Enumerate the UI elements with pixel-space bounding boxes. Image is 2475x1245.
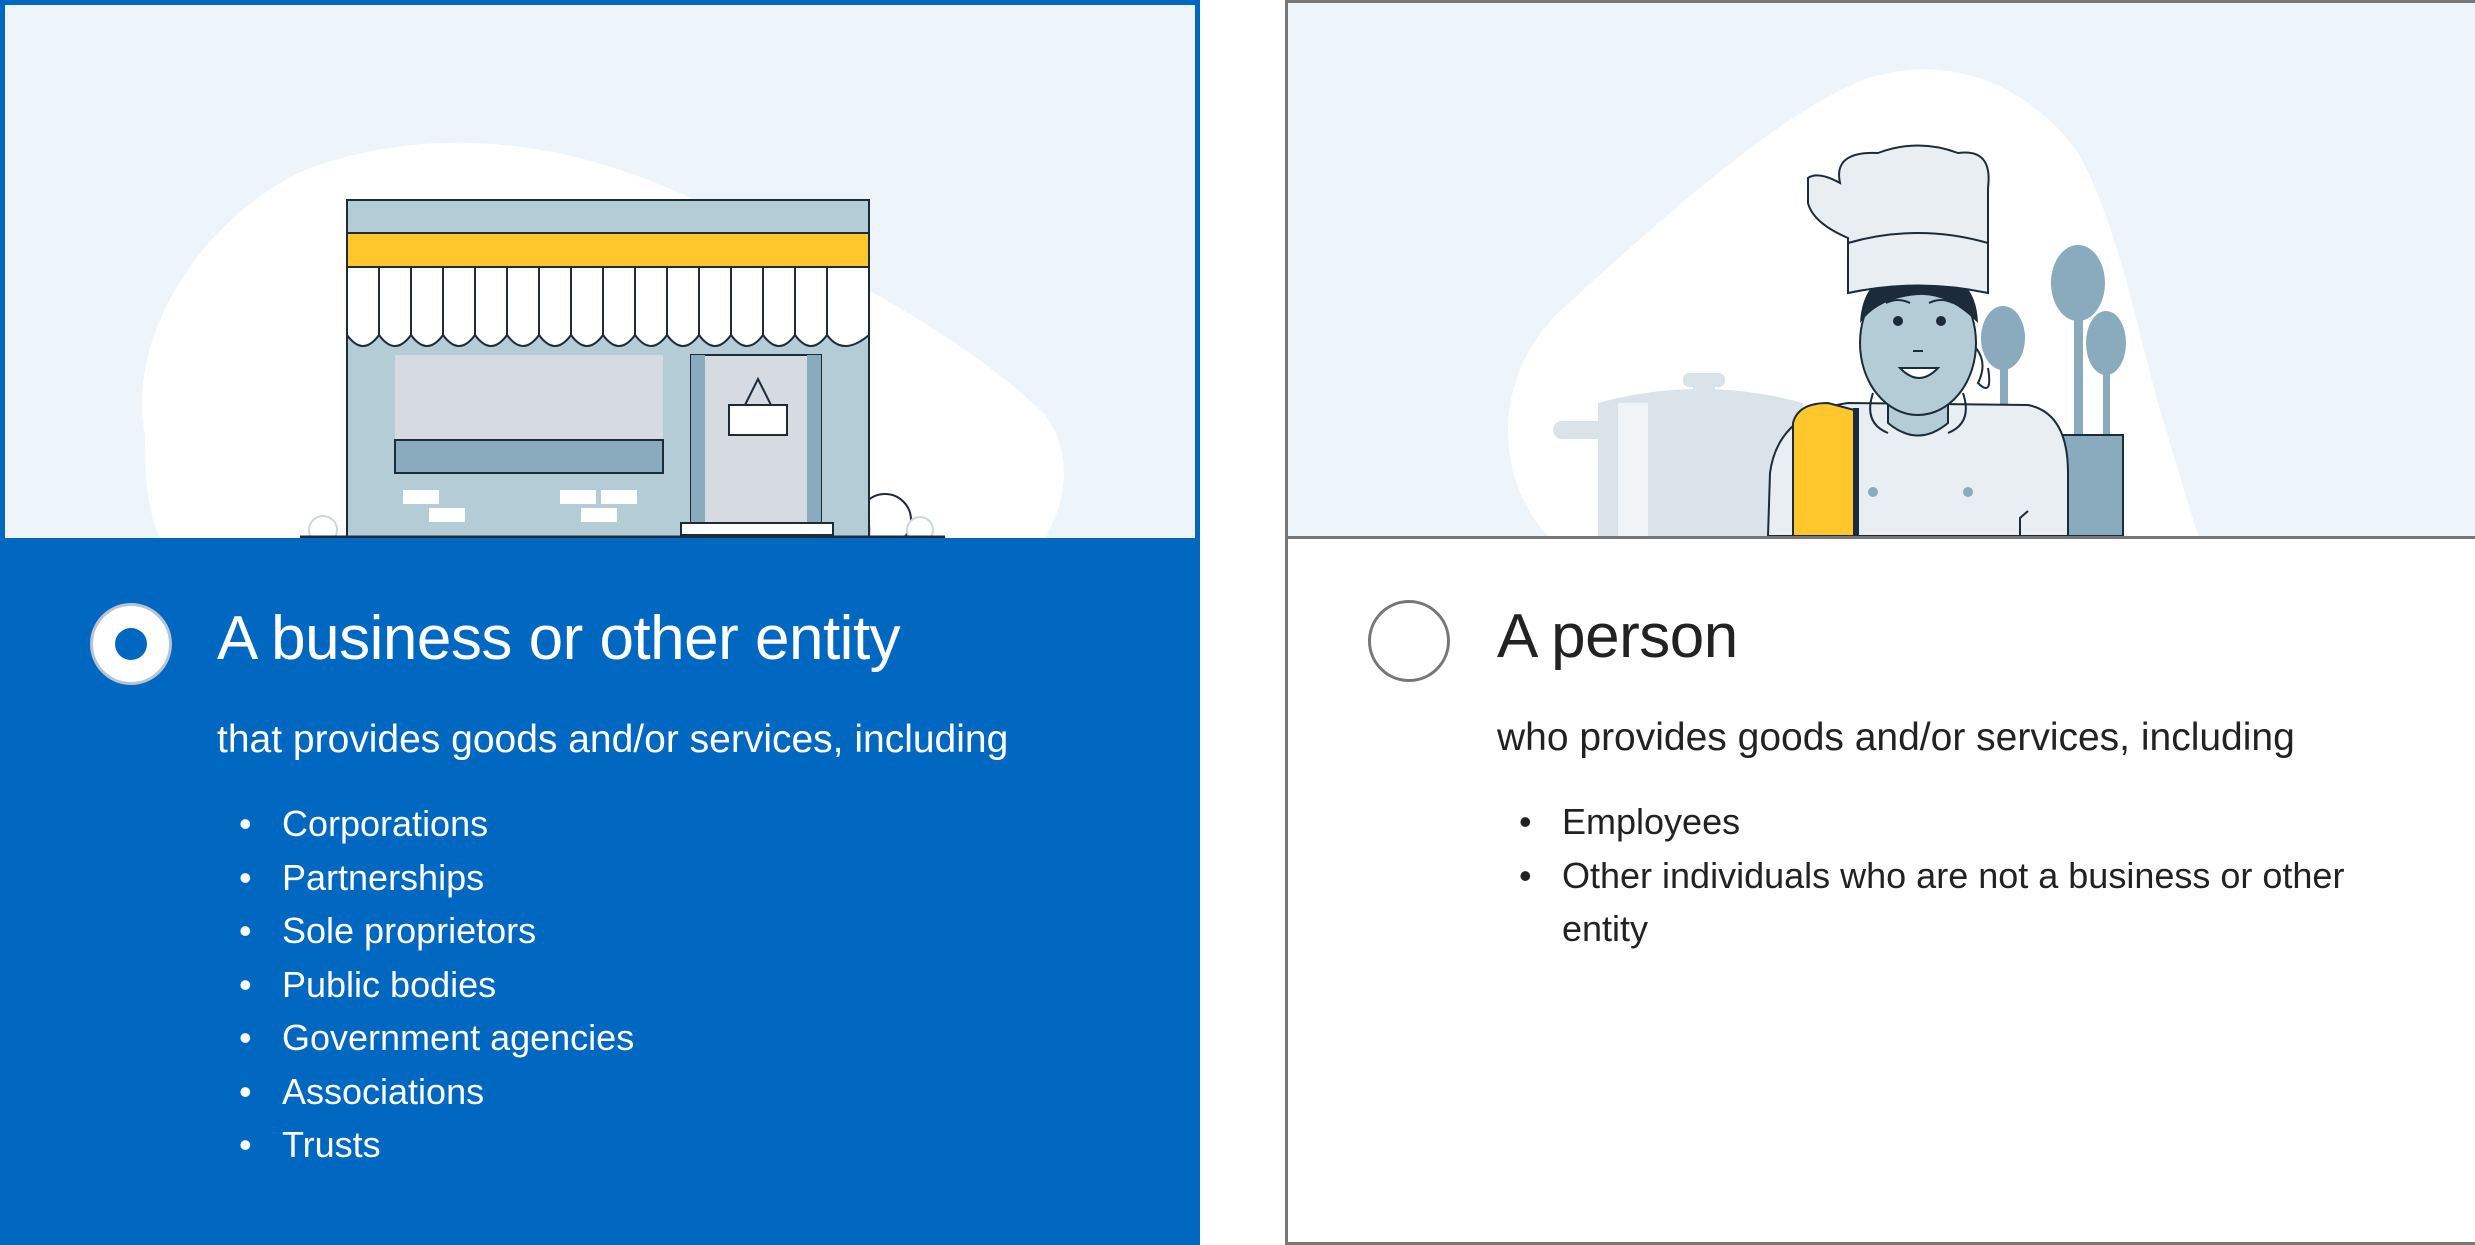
entity-type-list: • Corporations • Partnerships • Sole propri… xyxy=(226,797,1126,1172)
bullet-icon: • xyxy=(239,1017,252,1058)
bullet-icon: • xyxy=(239,1070,252,1112)
radio-dot xyxy=(115,628,147,660)
bullet-icon: • xyxy=(239,1124,252,1165)
list-item: • Other individuals who are not a busines… xyxy=(1506,849,2382,956)
list-item: • Public bodies xyxy=(226,958,1126,1012)
list-item: • Sole proprietors xyxy=(226,904,1126,958)
option-card-person[interactable]: A person who provides goods and/or servi… xyxy=(1285,0,2475,1245)
option-subtitle: who provides goods and/or services, incl… xyxy=(1497,716,2295,759)
list-item: • Government agencies xyxy=(226,1011,1126,1065)
list-item-label: Public bodies xyxy=(282,963,497,1005)
list-item-label: Associations xyxy=(282,1070,485,1112)
list-item-label: Partnerships xyxy=(282,856,485,898)
radio-person-unselected[interactable] xyxy=(1368,600,1450,682)
bullet-icon: • xyxy=(239,910,252,951)
bullet-icon: • xyxy=(239,963,252,1005)
list-item-label: Employees xyxy=(1562,801,1741,842)
list-item-label: Trusts xyxy=(282,1124,381,1165)
chef-illustration xyxy=(1288,3,2475,539)
option-card-business[interactable]: A business or other entity that provides… xyxy=(0,0,1200,1245)
person-type-list: • Employees • Other individuals who are no… xyxy=(1506,795,2406,956)
list-item-label: Government agencies xyxy=(282,1017,635,1058)
option-subtitle: that provides goods and/or services, inc… xyxy=(217,718,1009,761)
list-item-label: Corporations xyxy=(282,803,489,844)
list-item: • Employees xyxy=(1506,795,2406,849)
list-item: • Corporations xyxy=(226,797,1126,851)
bullet-icon: • xyxy=(239,856,252,898)
list-item-label: Other individuals who are not a business… xyxy=(1562,854,2345,950)
bullet-icon: • xyxy=(1519,854,1532,896)
option-title: A person xyxy=(1497,602,1738,671)
list-item-label: Sole proprietors xyxy=(282,910,537,951)
bullet-icon: • xyxy=(1519,801,1532,842)
storefront-illustration xyxy=(5,5,1195,538)
list-item: • Partnerships xyxy=(226,851,1126,905)
list-item: • Associations xyxy=(226,1065,1126,1119)
radio-business-selected[interactable] xyxy=(90,603,172,685)
option-title: A business or other entity xyxy=(217,604,901,673)
list-item: • Trusts xyxy=(226,1118,1126,1172)
bullet-icon: • xyxy=(239,803,252,844)
